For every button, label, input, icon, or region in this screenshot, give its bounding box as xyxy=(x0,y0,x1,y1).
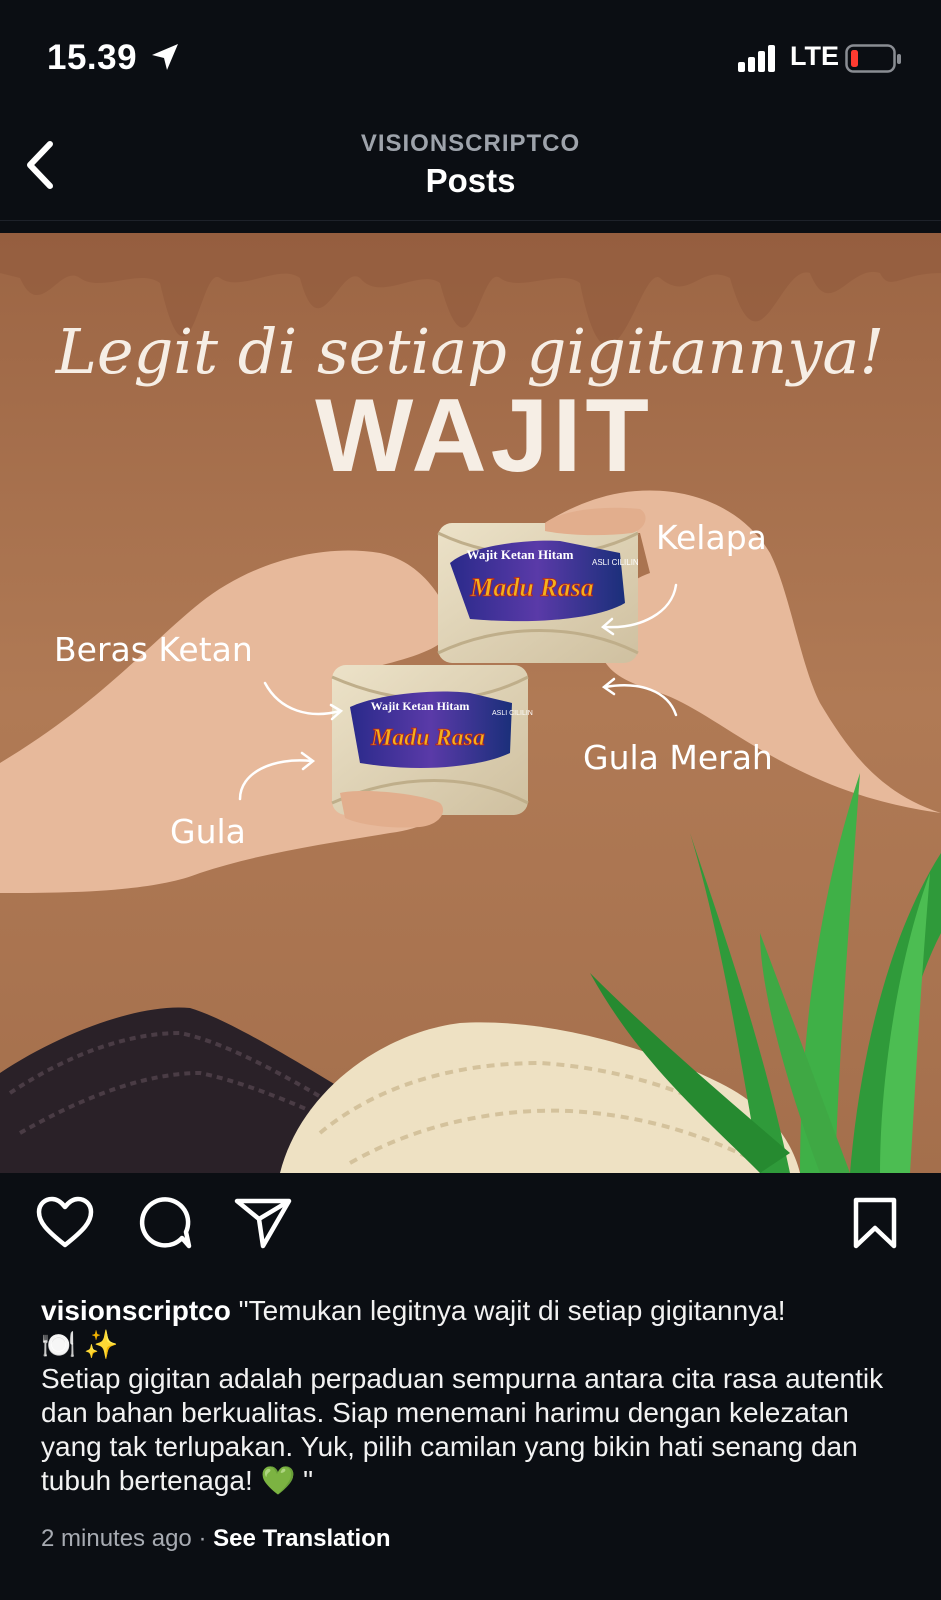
svg-text:ASLI CILILIN: ASLI CILILIN xyxy=(492,710,533,717)
post-image[interactable]: Legit di setiap gigitannya! WAJIT Wajit … xyxy=(0,233,941,1173)
label-kelapa: Kelapa xyxy=(656,518,767,557)
bookmark-icon[interactable] xyxy=(852,1196,898,1255)
svg-text:Madu Rasa: Madu Rasa xyxy=(469,573,594,602)
heart-icon[interactable] xyxy=(36,1196,94,1255)
page-title: Posts xyxy=(425,162,516,199)
label-gula-merah: Gula Merah xyxy=(583,738,773,777)
top-nav: VISIONSCRIPTCO Posts xyxy=(0,120,941,221)
network-type: LTE xyxy=(790,41,839,71)
caption-first-line: "Temukan legitnya wajit di setiap gigita… xyxy=(238,1295,786,1326)
svg-text:Madu Rasa: Madu Rasa xyxy=(370,725,485,751)
post-meta: 2 minutes ago · See Translation xyxy=(41,1525,391,1553)
wajit-package-top: Wajit Ketan Hitam Madu Rasa ASLI CILILIN xyxy=(437,523,639,663)
status-bar: 15.39 LTE xyxy=(0,0,941,120)
account-name[interactable]: VISIONSCRIPTCO xyxy=(0,130,941,158)
battery-icon xyxy=(845,44,903,79)
status-time: 15.39 xyxy=(47,38,138,77)
share-icon[interactable] xyxy=(234,1196,292,1255)
label-gula: Gula xyxy=(170,812,246,851)
headline-text: WAJIT xyxy=(315,378,653,494)
label-beras-ketan: Beras Ketan xyxy=(54,630,253,669)
caption-emoji: 🍽️ ✨ xyxy=(41,1329,119,1360)
see-translation-link[interactable]: See Translation xyxy=(213,1525,390,1552)
signal-bars-icon xyxy=(738,44,778,77)
post-time-ago: 2 minutes ago xyxy=(41,1525,192,1552)
location-arrow-icon xyxy=(150,42,180,77)
comment-icon[interactable] xyxy=(136,1196,192,1255)
post-actions xyxy=(0,1196,941,1266)
caption-body: Setiap gigitan adalah perpaduan sempurna… xyxy=(41,1363,884,1496)
post-caption: visionscriptco "Temukan legitnya wajit d… xyxy=(41,1294,911,1498)
meta-separator: · xyxy=(198,1525,207,1552)
svg-text:Wajit Ketan Hitam: Wajit Ketan Hitam xyxy=(371,699,470,713)
caption-username[interactable]: visionscriptco xyxy=(41,1295,231,1326)
svg-text:ASLI CILILIN: ASLI CILILIN xyxy=(592,558,639,567)
svg-text:Wajit Ketan Hitam: Wajit Ketan Hitam xyxy=(467,547,574,562)
